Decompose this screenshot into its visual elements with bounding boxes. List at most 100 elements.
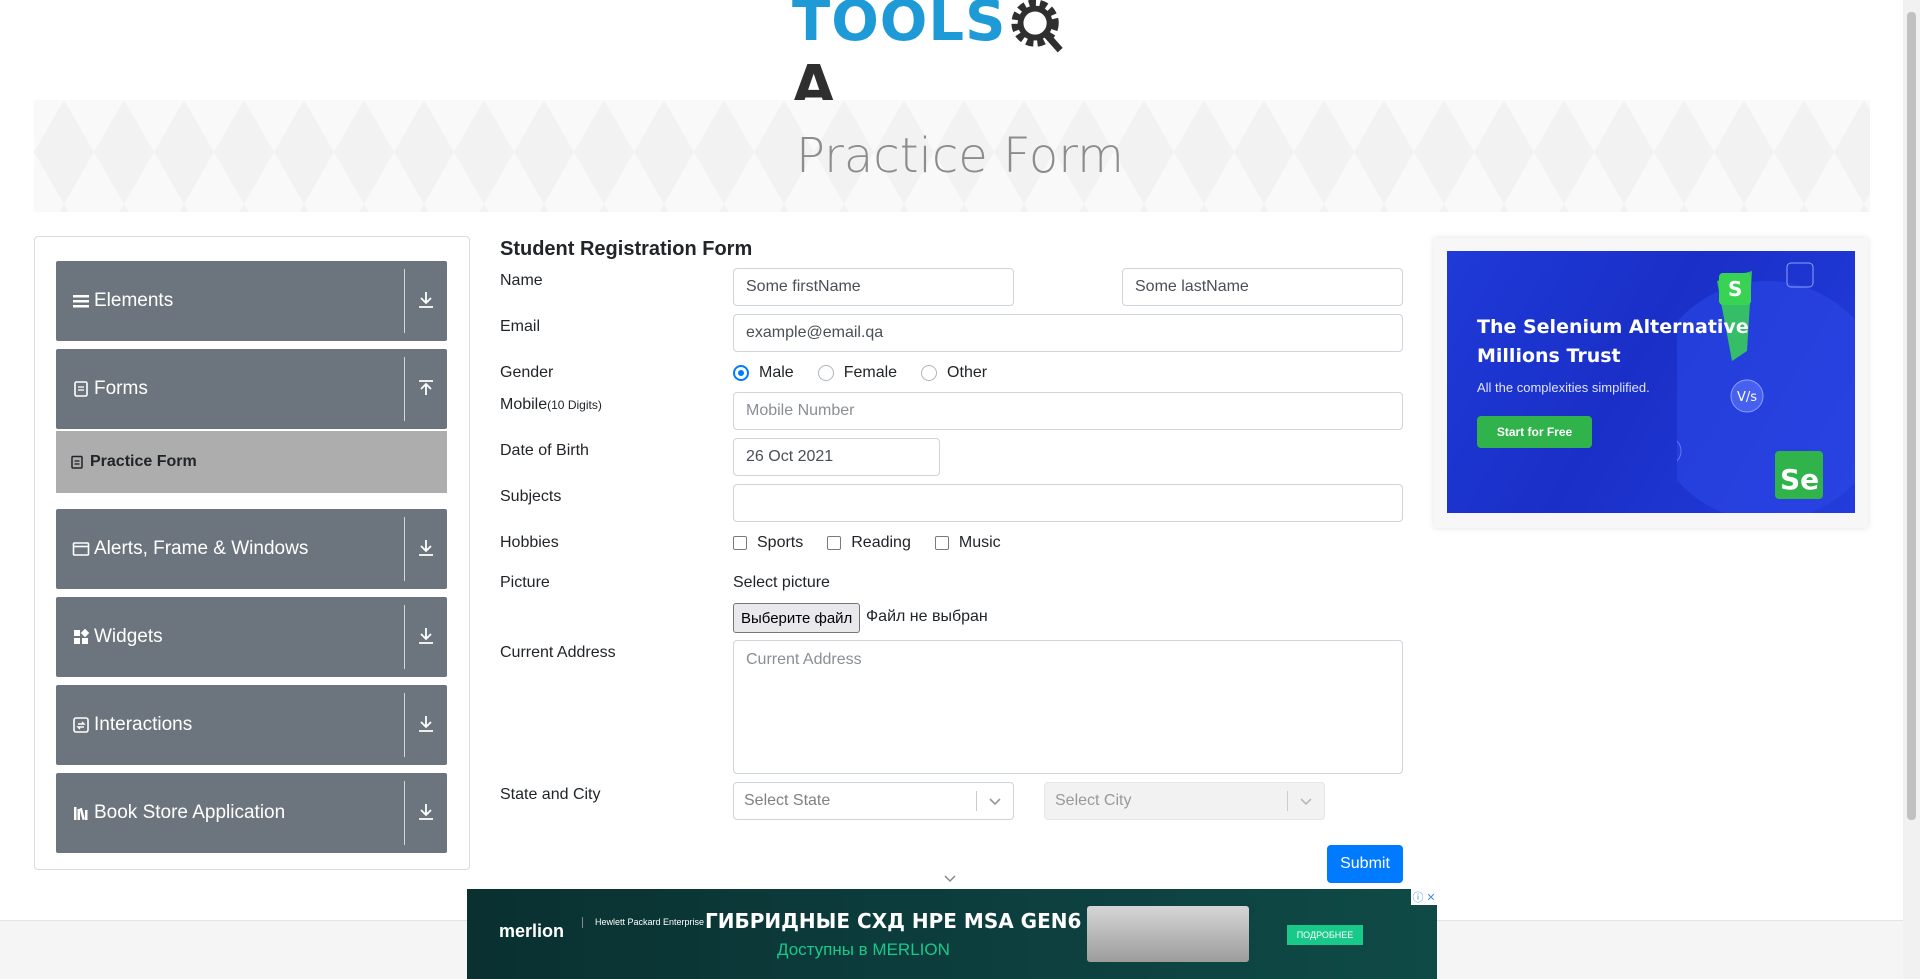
storage-device-image bbox=[1087, 906, 1249, 962]
hobby-reading-option[interactable]: Reading bbox=[827, 534, 911, 552]
ad-banner-right[interactable]: S V/s Se The Selenium Alternative Million… bbox=[1434, 238, 1868, 528]
close-icon[interactable]: ✕ bbox=[1426, 891, 1435, 904]
document-icon bbox=[74, 381, 88, 397]
hobbies-label: Hobbies bbox=[500, 534, 559, 551]
hobby-reading-label[interactable]: Reading bbox=[851, 534, 911, 552]
radio-checked[interactable] bbox=[733, 365, 749, 381]
ad-banner-bottom[interactable]: merlion Hewlett Packard Enterprise ГИБРИ… bbox=[467, 889, 1437, 979]
select-picture-label: Select picture bbox=[733, 574, 830, 591]
date-of-birth-input[interactable]: 26 Oct 2021 bbox=[733, 438, 940, 476]
sidebar-group-alerts[interactable]: Alerts, Frame & Windows bbox=[56, 509, 447, 589]
gender-other-option[interactable]: Other bbox=[921, 364, 987, 382]
sidebar-group-label: Elements bbox=[94, 290, 174, 311]
ad-creative[interactable]: S V/s Se The Selenium Alternative Million… bbox=[1447, 251, 1855, 513]
checkbox[interactable] bbox=[733, 536, 747, 550]
ad-headline-line2: Millions Trust bbox=[1477, 345, 1621, 367]
sidebar-group-book-store[interactable]: Book Store Application bbox=[56, 773, 447, 853]
gender-radio-group: Male Female Other bbox=[733, 364, 1011, 382]
last-name-input[interactable]: Some lastName bbox=[1122, 268, 1403, 306]
ad-bottom-cta-button[interactable]: ПОДРОБНЕЕ bbox=[1287, 925, 1363, 945]
checkbox[interactable] bbox=[827, 536, 842, 550]
sidebar-item-practice-form[interactable]: Practice Form bbox=[56, 431, 447, 493]
checkbox[interactable] bbox=[934, 536, 949, 550]
expand-download-icon[interactable] bbox=[415, 625, 437, 647]
expand-download-icon[interactable] bbox=[415, 537, 437, 559]
sidebar-group-widgets[interactable]: Widgets bbox=[56, 597, 447, 677]
current-address-textarea[interactable]: Current Address bbox=[733, 640, 1403, 774]
sidebar: Elements Forms Practice Form Alerts, Fra… bbox=[34, 236, 470, 870]
email-label: Email bbox=[500, 318, 541, 335]
ad-subtitle: All the complexities simplified. bbox=[1477, 380, 1650, 395]
state-select-placeholder: Select State bbox=[744, 792, 831, 809]
divider bbox=[404, 781, 405, 845]
ad-info-icon[interactable]: ⓘ bbox=[1412, 889, 1423, 905]
gender-female-option[interactable]: Female bbox=[817, 364, 897, 382]
divider bbox=[404, 357, 405, 421]
sidebar-item-label: Practice Form bbox=[90, 453, 197, 470]
sidebar-group-label: Forms bbox=[94, 378, 148, 399]
hobby-music-option[interactable]: Music bbox=[934, 534, 1001, 552]
collapse-upload-icon[interactable] bbox=[415, 377, 437, 399]
submit-button[interactable]: Submit bbox=[1327, 845, 1403, 883]
sidebar-group-label: Widgets bbox=[94, 626, 163, 647]
ad-close-controls[interactable]: ⓘ ✕ bbox=[1411, 889, 1437, 905]
expand-download-icon[interactable] bbox=[415, 289, 437, 311]
ad-bottom-title: ГИБРИДНЫЕ СХД HPE MSA GEN6 bbox=[705, 909, 1082, 933]
mobile-input[interactable]: Mobile Number bbox=[733, 392, 1403, 430]
gender-male-label[interactable]: Male bbox=[759, 364, 794, 382]
hobby-sports-option[interactable]: Sports bbox=[733, 534, 803, 552]
sidebar-group-label: Interactions bbox=[94, 714, 193, 735]
hobby-sports-label[interactable]: Sports bbox=[757, 534, 803, 552]
mobile-label: Mobile(10 Digits) bbox=[500, 396, 602, 414]
mobile-label-text: Mobile bbox=[500, 396, 548, 413]
sidebar-group-label: Book Store Application bbox=[94, 802, 286, 823]
radio-unchecked[interactable] bbox=[817, 365, 834, 381]
current-address-label: Current Address bbox=[500, 644, 616, 661]
picture-label: Picture bbox=[500, 574, 550, 591]
sidebar-group-forms[interactable]: Forms bbox=[56, 349, 447, 429]
subjects-label: Subjects bbox=[500, 488, 562, 505]
choose-file-button[interactable]: Выберите файл bbox=[733, 603, 861, 633]
window-icon bbox=[72, 542, 90, 556]
divider bbox=[404, 605, 405, 669]
ad-graphic: S V/s Se bbox=[1677, 262, 1855, 513]
form-title: Student Registration Form bbox=[500, 238, 753, 260]
ad-brand-logo: merlion bbox=[499, 921, 565, 941]
ad-headline-line1: The Selenium Alternative bbox=[1477, 316, 1749, 338]
chevron-down-icon[interactable] bbox=[987, 793, 1003, 809]
ad-headline: The Selenium Alternative Millions Trust bbox=[1477, 313, 1749, 371]
email-input[interactable]: example@email.qa bbox=[733, 314, 1403, 352]
gender-male-option[interactable]: Male bbox=[733, 364, 794, 382]
gender-other-label[interactable]: Other bbox=[947, 364, 987, 382]
expand-download-icon[interactable] bbox=[415, 713, 437, 735]
logo-tools-text: TOOLS bbox=[792, 0, 1007, 54]
chevron-down-icon[interactable] bbox=[943, 874, 957, 884]
expand-download-icon[interactable] bbox=[415, 801, 437, 823]
hamburger-icon bbox=[73, 295, 89, 308]
widgets-icon bbox=[74, 628, 90, 644]
gender-label: Gender bbox=[500, 364, 554, 381]
hobbies-checkbox-group: Sports Reading Music bbox=[733, 534, 1025, 552]
logo-gear-icon bbox=[1011, 0, 1064, 53]
file-status-text: Файл не выбран bbox=[866, 608, 988, 625]
select-separator bbox=[976, 791, 977, 811]
scrollbar-thumb[interactable] bbox=[1907, 12, 1916, 820]
name-label: Name bbox=[500, 272, 543, 289]
state-select[interactable]: Select State bbox=[733, 782, 1014, 820]
sidebar-group-interactions[interactable]: Interactions bbox=[56, 685, 447, 765]
chevron-down-icon[interactable] bbox=[1298, 793, 1314, 809]
hobby-music-label[interactable]: Music bbox=[959, 534, 1001, 552]
mobile-hint: (10 Digits) bbox=[547, 398, 602, 412]
subjects-input[interactable] bbox=[733, 484, 1403, 522]
sidebar-group-elements[interactable]: Elements bbox=[56, 261, 447, 341]
books-icon bbox=[74, 807, 88, 821]
city-select[interactable]: Select City bbox=[1044, 782, 1325, 820]
svg-text:V/s: V/s bbox=[1737, 390, 1757, 405]
ad-cta-button[interactable]: Start for Free bbox=[1477, 416, 1592, 448]
toolsqa-logo[interactable]: TOOLS A bbox=[792, 0, 1112, 119]
radio-unchecked[interactable] bbox=[921, 365, 938, 381]
scrollbar[interactable] bbox=[1903, 0, 1920, 979]
gender-female-label[interactable]: Female bbox=[844, 364, 897, 382]
first-name-input[interactable]: Some firstName bbox=[733, 268, 1014, 306]
ad-partner-logo: Hewlett Packard Enterprise bbox=[582, 917, 704, 928]
